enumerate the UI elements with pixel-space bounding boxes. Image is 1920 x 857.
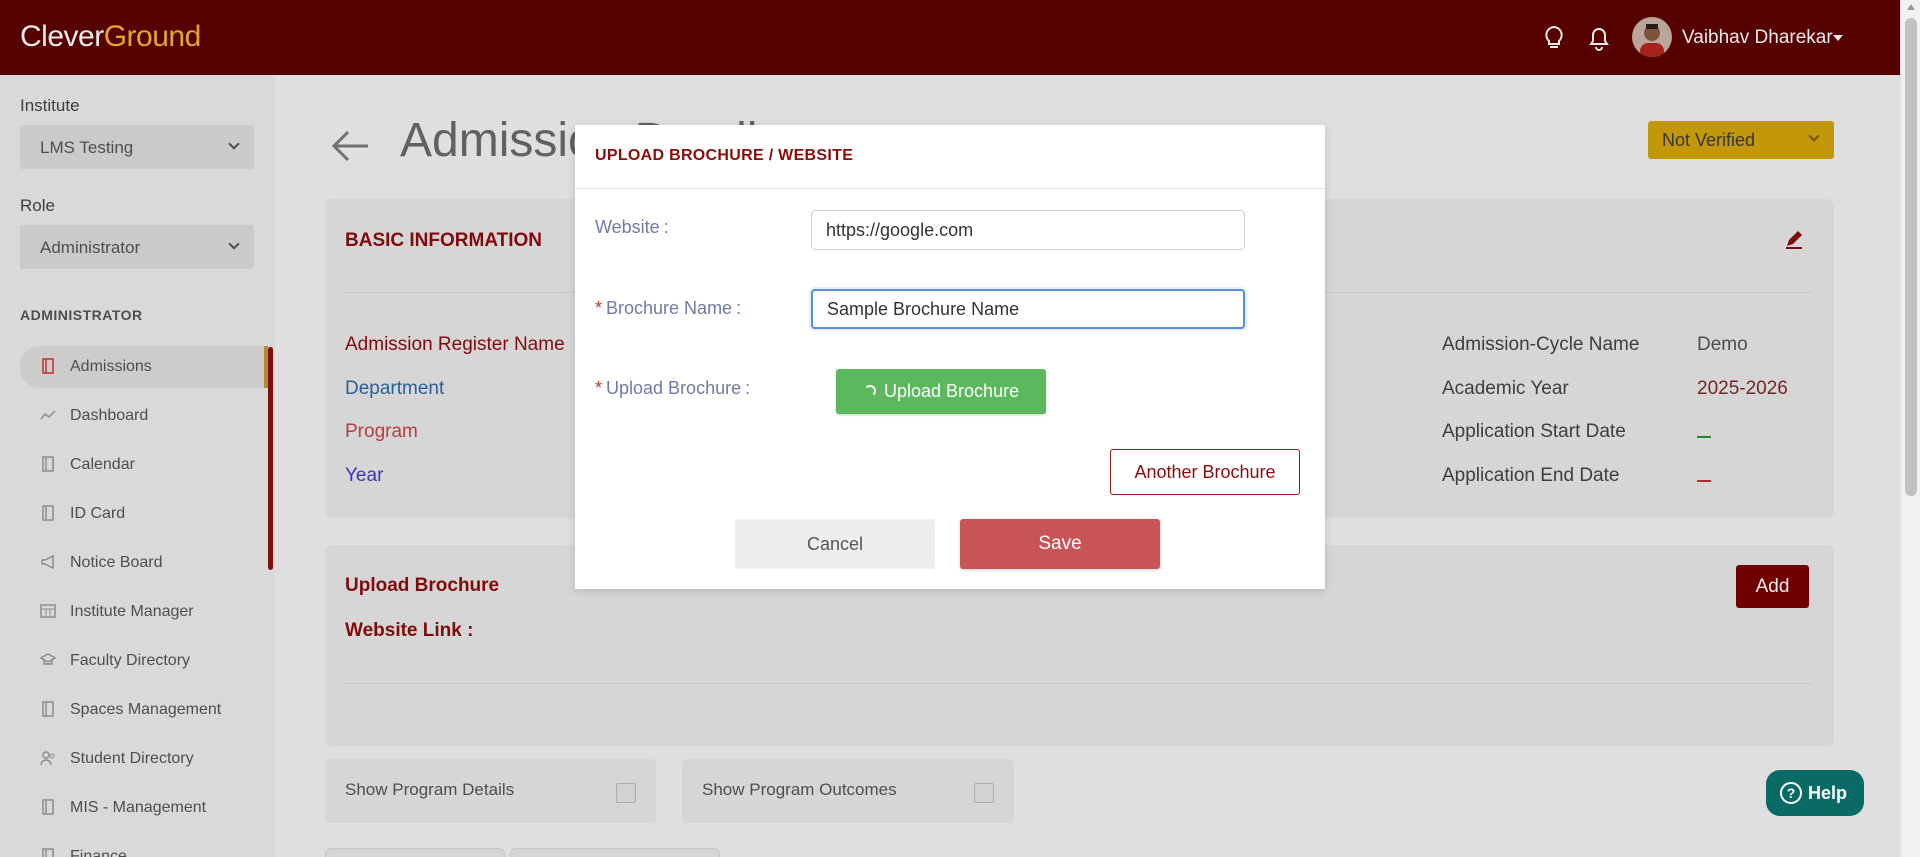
help-button[interactable]: ? Help [1766, 770, 1864, 816]
scroll-thumb[interactable] [1905, 18, 1917, 496]
upload-brochure-label: * Upload Brochure: [595, 378, 750, 399]
colon: : [745, 378, 751, 398]
another-brochure-button[interactable]: Another Brochure [1110, 449, 1300, 495]
website-input[interactable] [811, 210, 1245, 250]
save-button[interactable]: Save [960, 519, 1160, 569]
upload-brochure-label-text: Upload Brochure [606, 378, 742, 398]
scroll-up-arrow-icon[interactable] [1907, 4, 1915, 10]
colon: : [736, 298, 742, 318]
brochure-name-label-text: Brochure Name [606, 298, 733, 318]
upload-brochure-button[interactable]: Upload Brochure [836, 369, 1046, 414]
brochure-name-label: * Brochure Name: [595, 298, 741, 319]
upload-brochure-button-label: Upload Brochure [884, 381, 1020, 401]
upload-brochure-modal: UPLOAD BROCHURE / WEBSITE Website: *Broc… [575, 125, 1325, 589]
question-icon: ? [1780, 782, 1802, 804]
brochure-name-input[interactable] [811, 289, 1245, 329]
required-mark: * [595, 298, 603, 318]
website-label-text: Website [595, 217, 660, 237]
required-mark: * [595, 378, 603, 398]
divider [575, 188, 1325, 189]
page-scrollbar[interactable] [1900, 0, 1920, 857]
help-label: Help [1808, 783, 1848, 803]
colon: : [663, 217, 669, 237]
website-label: Website: [595, 217, 669, 238]
loading-spinner-icon [864, 385, 876, 397]
modal-title: UPLOAD BROCHURE / WEBSITE [595, 147, 854, 164]
cancel-button[interactable]: Cancel [735, 519, 935, 569]
